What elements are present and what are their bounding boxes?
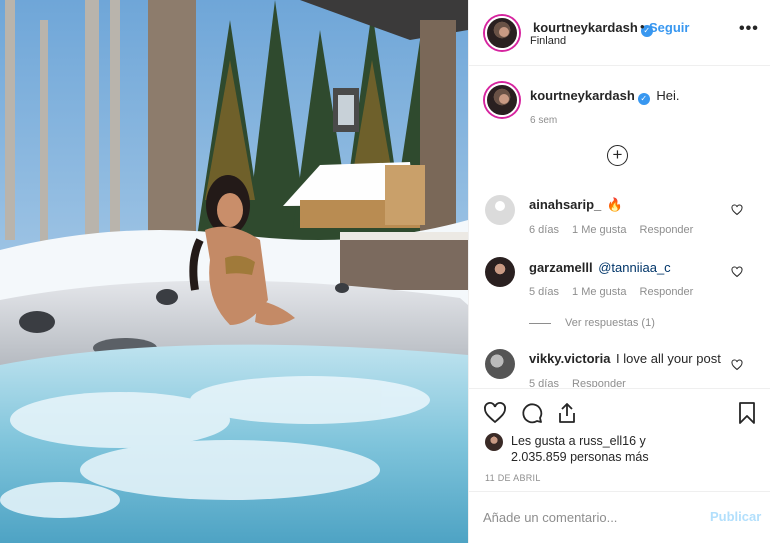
- comment-time[interactable]: 5 días: [529, 286, 559, 298]
- author-avatar[interactable]: [485, 16, 519, 50]
- comment-username[interactable]: vikky.victoria: [529, 351, 610, 366]
- caption-time[interactable]: 6 sem: [530, 115, 557, 126]
- hot-tub-photo: [0, 0, 468, 543]
- comment-meta: 5 días Responder: [529, 378, 636, 387]
- caption-avatar[interactable]: [485, 83, 519, 117]
- comment-like-heart-icon[interactable]: [731, 359, 743, 371]
- heart-icon[interactable]: [483, 401, 507, 425]
- comment-text: I love all your post: [616, 351, 721, 366]
- reply-button[interactable]: Responder: [640, 224, 694, 236]
- share-icon[interactable]: [555, 401, 579, 425]
- comment-mention-link[interactable]: @tanniiaa_c: [598, 260, 670, 275]
- comment-like-heart-icon[interactable]: [731, 204, 743, 216]
- commenter-avatar[interactable]: [485, 195, 515, 225]
- load-more-comments-plus-circle-icon[interactable]: +: [607, 145, 628, 166]
- more-options-button[interactable]: •••: [739, 20, 759, 38]
- publish-button[interactable]: Publicar: [710, 509, 761, 524]
- post-actions: Les gusta a russ_ell16 y 2.035.859 perso…: [469, 388, 770, 492]
- reply-button[interactable]: Responder: [572, 378, 626, 387]
- liker-avatar[interactable]: [485, 433, 503, 451]
- comment-icon[interactable]: [520, 401, 544, 425]
- comment-username[interactable]: ainahsarip_: [529, 197, 601, 212]
- comment-like-heart-icon[interactable]: [731, 266, 743, 278]
- caption-username[interactable]: kourtneykardash: [530, 88, 635, 103]
- location-link[interactable]: Finland: [530, 35, 566, 47]
- post-sidebar: kourtneykardash ✓ • Seguir Finland ••• ko…: [468, 0, 770, 543]
- post-date[interactable]: 11 DE ABRIL: [485, 473, 541, 483]
- comment-text: 🔥: [606, 197, 624, 212]
- post-header: kourtneykardash ✓ • Seguir Finland •••: [469, 0, 770, 66]
- view-replies-button[interactable]: Ver respuestas (1): [529, 317, 655, 329]
- commenter-avatar[interactable]: [485, 349, 515, 379]
- likes-line-2: 2.035.859 personas más: [511, 450, 649, 464]
- commenter-avatar[interactable]: [485, 257, 515, 287]
- likes-summary[interactable]: Les gusta a russ_ell16 y 2.035.859 perso…: [511, 433, 649, 465]
- add-comment-form: Publicar: [469, 492, 770, 543]
- comment-likes[interactable]: 1 Me gusta: [572, 286, 626, 298]
- verified-badge-icon: ✓: [637, 93, 650, 105]
- comment-item: ainahsarip_ 🔥: [529, 197, 623, 213]
- bookmark-icon[interactable]: [735, 401, 759, 425]
- comment-likes[interactable]: 1 Me gusta: [572, 224, 626, 236]
- follow-button[interactable]: Seguir: [649, 20, 689, 35]
- caption: kourtneykardash ✓ Hei.: [530, 88, 680, 105]
- comment-meta: 6 días 1 Me gusta Responder: [529, 224, 703, 236]
- comments-list[interactable]: kourtneykardash ✓ Hei. 6 sem + ainahsarip…: [469, 67, 770, 387]
- caption-text: Hei.: [656, 88, 680, 103]
- author-username: kourtneykardash: [533, 20, 638, 35]
- post-image[interactable]: [0, 0, 468, 543]
- comment-time[interactable]: 6 días: [529, 224, 559, 236]
- separator-dot: •: [640, 19, 645, 34]
- comment-meta: 5 días 1 Me gusta Responder: [529, 286, 703, 298]
- comment-username[interactable]: garzamelll: [529, 260, 593, 275]
- reply-button[interactable]: Responder: [640, 286, 694, 298]
- comment-input[interactable]: [483, 507, 693, 527]
- comment-item: garzamelll @tanniiaa_c: [529, 260, 671, 275]
- comment-time[interactable]: 5 días: [529, 378, 559, 387]
- comment-item: vikky.victoria I love all your post: [529, 351, 721, 366]
- likes-line-1: Les gusta a russ_ell16 y: [511, 434, 646, 448]
